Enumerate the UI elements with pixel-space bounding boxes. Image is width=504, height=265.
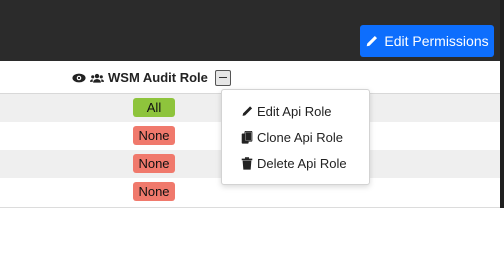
eye-icon [72, 73, 86, 82]
pencil-icon [242, 105, 253, 116]
status-badge: All [133, 98, 175, 117]
menu-item-clone-api-role[interactable]: Clone Api Role [222, 124, 369, 150]
column-dropdown-menu: Edit Api Role Clone Api Role Delete Api … [221, 89, 370, 185]
menu-item-label: Clone Api Role [257, 129, 343, 145]
users-icon [90, 73, 104, 83]
edit-permissions-label: Edit Permissions [384, 33, 489, 49]
menu-item-edit-api-role[interactable]: Edit Api Role [222, 98, 369, 124]
pencil-icon [367, 35, 378, 46]
edit-permissions-button[interactable]: Edit Permissions [360, 25, 494, 57]
status-badge: None [133, 154, 175, 173]
status-badge: None [133, 126, 175, 145]
trash-icon [241, 156, 253, 170]
menu-item-label: Edit Api Role [257, 103, 332, 119]
column-header-wsm-audit-role: WSM Audit Role [72, 61, 231, 94]
top-toolbar: Edit Permissions [0, 0, 504, 61]
status-badge: None [133, 182, 175, 201]
panel-edge [500, 0, 504, 208]
copy-icon [241, 130, 253, 144]
column-menu-button[interactable] [214, 69, 231, 86]
menu-item-delete-api-role[interactable]: Delete Api Role [222, 150, 369, 176]
menu-item-label: Delete Api Role [257, 155, 347, 171]
table-bottom-border [0, 207, 500, 208]
column-header-label: WSM Audit Role [108, 70, 208, 85]
